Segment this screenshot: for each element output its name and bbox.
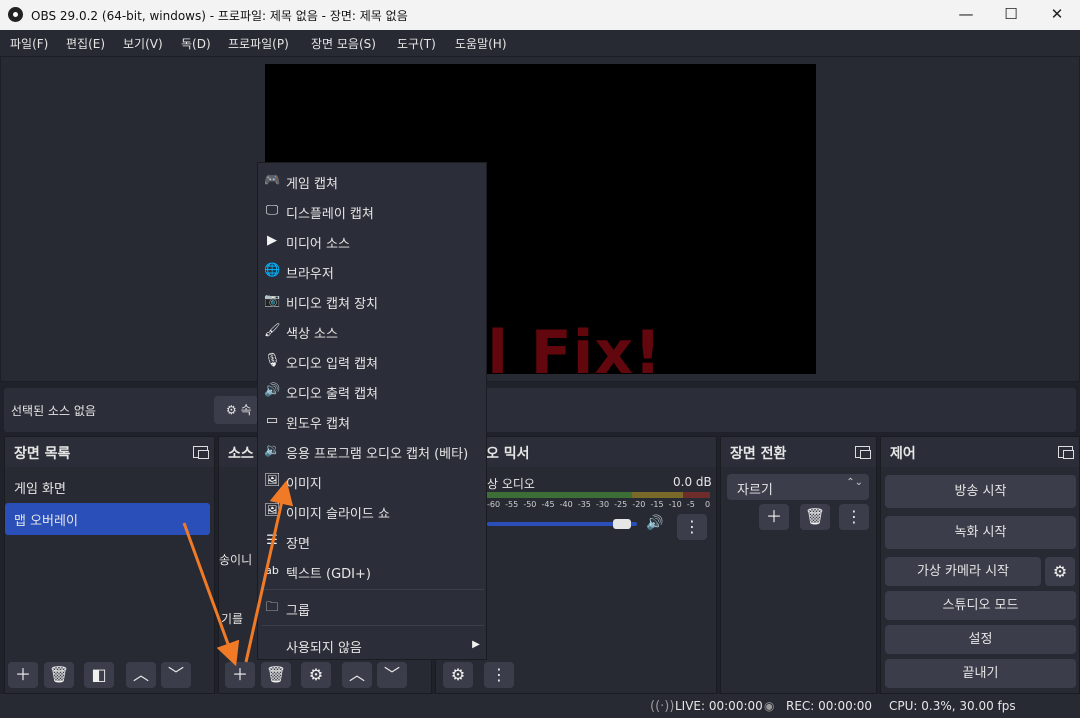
cpu-fps: CPU: 0.3%, 30.00 fps <box>889 699 1016 713</box>
live-signal-icon: ((·)) <box>650 699 675 714</box>
annotation-arrows <box>182 480 294 667</box>
rec-icon: ◉ <box>764 699 775 713</box>
arrow-to-add-button <box>182 522 240 667</box>
live-time: LIVE: 00:00:00 <box>675 699 763 713</box>
rec-time: REC: 00:00:00 <box>786 699 873 713</box>
arrow-to-image-item <box>244 480 294 663</box>
status-bar: ((·)) LIVE: 00:00:00 ◉ REC: 00:00:00 CPU… <box>0 694 1080 718</box>
